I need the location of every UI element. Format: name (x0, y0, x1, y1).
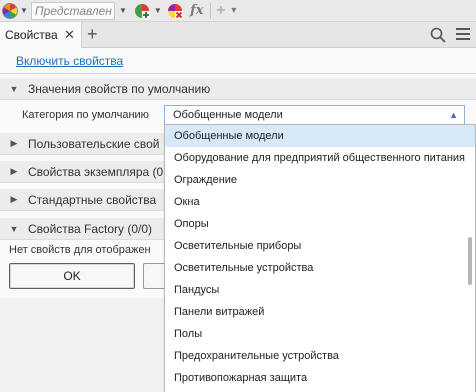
section-title: Стандартные свойства (28, 192, 157, 207)
dropdown-option[interactable]: Обобщенные модели (165, 125, 475, 147)
dropdown-option[interactable]: Ограждение (165, 169, 475, 191)
chevron-down-icon: ▼ (20, 6, 28, 15)
collapse-arrow-icon: ▼ (9, 83, 19, 94)
hamburger-menu-icon[interactable] (456, 28, 470, 40)
dropdown-option[interactable]: Полы (165, 323, 475, 345)
section-default-values[interactable]: ▼ Значения свойств по умолчанию (0, 78, 476, 100)
tab-bar: Свойства ✕ + (0, 22, 476, 48)
dropdown-option[interactable]: Пандусы (165, 279, 475, 301)
section-title: Свойства Factory (0/0) (28, 221, 153, 236)
tab-label: Свойства (5, 28, 58, 42)
category-value: Обобщенные модели (173, 109, 283, 121)
add-tab-icon[interactable]: + (87, 24, 98, 45)
dropdown-option[interactable]: Противопожарная защита (165, 367, 475, 389)
toolbar-divider (209, 2, 211, 19)
color-plus-icon (134, 3, 150, 19)
ok-button-label: OK (63, 269, 81, 283)
dropdown-scrollbar[interactable] (468, 237, 472, 285)
remove-color-button[interactable] (165, 1, 185, 21)
expand-arrow-icon: ▶ (10, 138, 18, 148)
section-title: Свойства экземпляра (0 (28, 164, 164, 179)
plus-icon: + (216, 1, 226, 19)
dropdown-option[interactable]: Предохранительные устройства (165, 345, 475, 367)
menu-caret-icon: ▾ (231, 5, 237, 16)
dropdown-option[interactable]: Опоры (165, 213, 475, 235)
formula-button[interactable]: fx (187, 1, 207, 21)
enable-properties-link[interactable]: Включить свойства (16, 54, 123, 68)
dropdown-option[interactable]: Оборудование для предприятий общественно… (165, 147, 475, 169)
view-select[interactable]: Представлен (30, 1, 115, 20)
color-remove-icon (167, 3, 183, 19)
category-combobox[interactable]: Обобщенные модели ▲ (164, 105, 465, 125)
dropdown-option[interactable]: Панели витражей (165, 301, 475, 323)
fx-icon: fx (190, 3, 204, 18)
chevron-down-icon[interactable]: ▼ (154, 6, 162, 15)
color-scheme-button[interactable]: ▼ (2, 1, 28, 21)
no-properties-message: Нет свойств для отображен (9, 244, 151, 256)
close-icon[interactable]: ✕ (64, 27, 75, 43)
expand-arrow-icon: ▶ (10, 194, 18, 204)
search-icon[interactable] (430, 27, 446, 43)
expand-arrow-icon: ▶ (10, 166, 18, 176)
chevron-down-icon: ▼ (118, 6, 127, 15)
more-button[interactable]: ▾ (228, 1, 240, 21)
section-title: Значения свойств по умолчанию (28, 81, 211, 96)
category-label: Категория по умолчанию (22, 109, 149, 121)
category-dropdown-list[interactable]: Обобщенные модели Оборудование для предп… (164, 124, 476, 392)
dropdown-option[interactable]: Осветительные приборы (165, 235, 475, 257)
section-title: Пользовательские свой (28, 136, 160, 151)
collapse-arrow-icon: ▼ (9, 223, 19, 234)
divider (0, 73, 476, 74)
ok-button[interactable]: OK (9, 263, 135, 289)
color-wheel-icon (2, 2, 18, 19)
caret-up-icon: ▲ (449, 110, 458, 120)
dropdown-option[interactable]: Осветительные устройства (165, 257, 475, 279)
top-toolbar: ▼ Представлен ▼ ▼ fx + ▾ (0, 0, 476, 22)
add-button[interactable]: + (214, 1, 228, 21)
dropdown-option[interactable]: Окна (165, 191, 475, 213)
view-dropdown-button[interactable]: ▼ (115, 1, 129, 21)
apply-color-button[interactable] (132, 1, 152, 21)
